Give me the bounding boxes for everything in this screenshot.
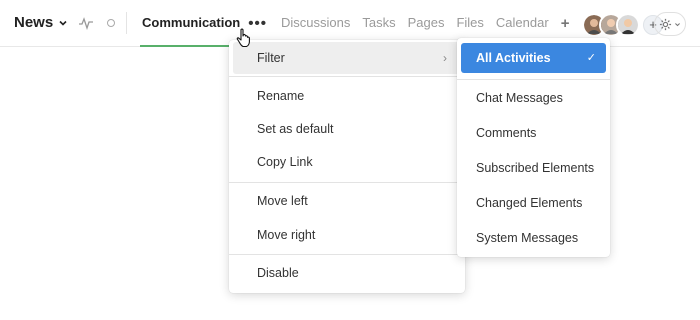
menu-item-disable[interactable]: Disable: [233, 257, 461, 289]
avatar[interactable]: [616, 13, 640, 37]
chevron-down-icon: [59, 20, 67, 26]
hand-cursor-icon: [236, 28, 250, 48]
submenu-item-label: All Activities: [476, 51, 551, 65]
submenu-item-comments[interactable]: Comments: [461, 118, 606, 148]
menu-divider: [229, 254, 465, 255]
filter-submenu: All Activities ✓ Chat Messages Comments …: [457, 38, 610, 257]
tab-communication[interactable]: Communication: [139, 0, 243, 47]
chevron-down-icon: [675, 22, 680, 26]
menu-item-move-left[interactable]: Move left: [233, 185, 461, 217]
submenu-item-all-activities[interactable]: All Activities ✓: [461, 43, 606, 73]
menu-item-set-default[interactable]: Set as default: [233, 113, 461, 145]
add-tab-button[interactable]: +: [561, 15, 570, 32]
menu-item-rename[interactable]: Rename: [233, 80, 461, 112]
pulse-icon[interactable]: [79, 16, 93, 30]
menu-item-copy-link[interactable]: Copy Link: [233, 146, 461, 178]
menu-item-label: Filter: [257, 51, 285, 65]
submenu-item-changed-elements[interactable]: Changed Elements: [461, 188, 606, 218]
tab-context-menu: Filter › Rename Set as default Copy Link…: [229, 40, 465, 293]
menu-divider: [229, 76, 465, 77]
submenu-item-subscribed-elements[interactable]: Subscribed Elements: [461, 153, 606, 183]
submenu-item-chat-messages[interactable]: Chat Messages: [461, 83, 606, 113]
space-title: News: [14, 14, 54, 31]
circle-icon[interactable]: [107, 19, 115, 27]
checkmark-icon: ✓: [586, 52, 596, 64]
member-avatars[interactable]: +: [582, 13, 663, 37]
space-title-button[interactable]: News: [14, 14, 68, 31]
chevron-right-icon: ›: [443, 51, 447, 65]
submenu-item-system-messages[interactable]: System Messages: [461, 223, 606, 253]
header-divider: [126, 12, 127, 34]
menu-divider: [229, 182, 465, 183]
gear-icon: [659, 18, 672, 30]
menu-item-move-right[interactable]: Move right: [233, 219, 461, 251]
menu-item-filter[interactable]: Filter ›: [233, 42, 461, 74]
submenu-divider: [457, 79, 610, 80]
settings-button[interactable]: [654, 12, 686, 36]
